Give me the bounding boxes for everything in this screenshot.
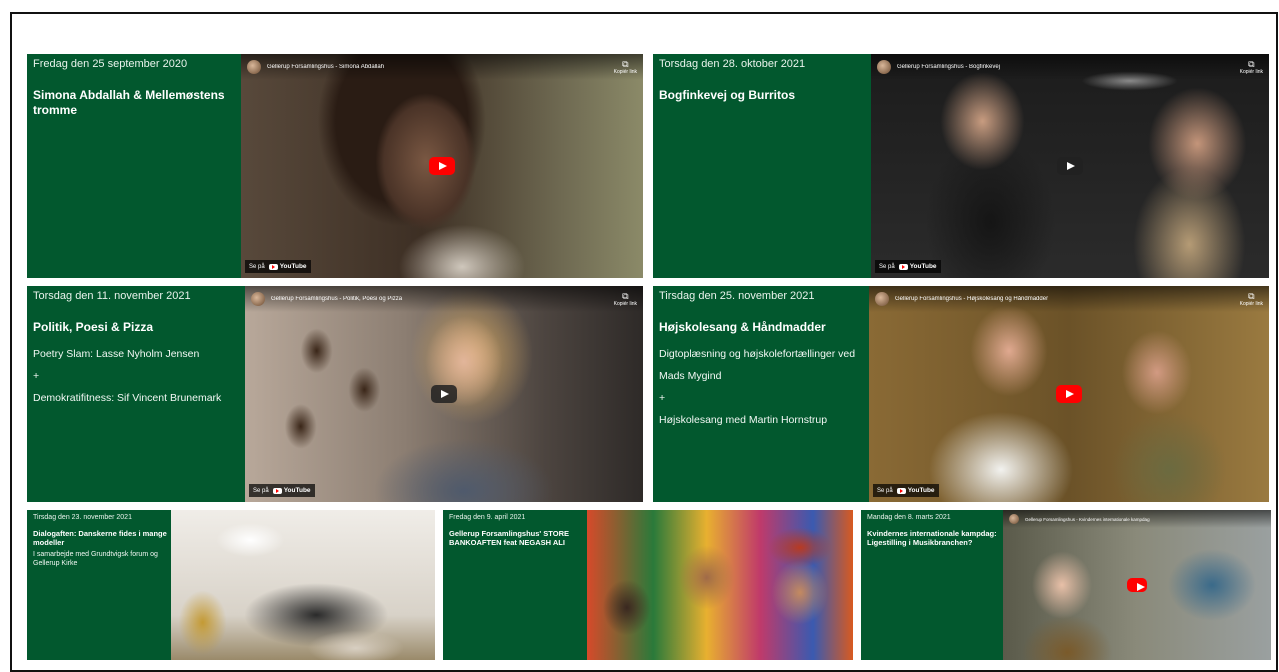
copy-icon: ⧉ bbox=[1248, 58, 1255, 69]
event-card: Fredag den 25 september 2020 Simona Abda… bbox=[27, 54, 643, 278]
video-topbar: Gellerup Forsamlingshus - Simona Abdalla… bbox=[241, 54, 643, 80]
channel-avatar[interactable] bbox=[875, 292, 889, 306]
watch-on-label: Se på bbox=[879, 263, 895, 270]
event-line: Digtoplæsning og højskolefortællinger ve… bbox=[659, 348, 856, 382]
event-date: Fredag den 25 september 2020 bbox=[33, 58, 188, 70]
event-info: Torsdag den 11. november 2021 Politik, P… bbox=[27, 286, 245, 502]
event-title: Højskolesang & Håndmadder bbox=[659, 320, 826, 334]
youtube-logo-icon bbox=[272, 487, 282, 494]
video-title-link[interactable]: Gellerup Forsamlingshus - Kvindernes int… bbox=[1025, 517, 1265, 522]
copy-link-label: Kopiér link bbox=[1239, 68, 1263, 75]
youtube-brand-label: YouTube bbox=[909, 263, 937, 270]
youtube-brand-label: YouTube bbox=[279, 263, 307, 270]
event-date: Mandag den 8. marts 2021 bbox=[867, 514, 951, 521]
event-line: Højskolesang med Martin Hornstrup bbox=[659, 414, 828, 426]
events-grid: Fredag den 25 september 2020 Simona Abda… bbox=[27, 54, 1275, 660]
event-line: I samarbejde med Grundtvigsk forum og Ge… bbox=[33, 551, 158, 567]
event-card: Torsdag den 11. november 2021 Politik, P… bbox=[27, 286, 643, 502]
event-date: Fredag den 9. april 2021 bbox=[449, 514, 526, 521]
event-line: + bbox=[659, 392, 666, 404]
play-button[interactable] bbox=[1057, 157, 1083, 175]
event-description: Digtoplæsning og højskolefortællinger ve… bbox=[659, 343, 865, 431]
event-info: Fredag den 25 september 2020 Simona Abda… bbox=[27, 54, 241, 278]
video-topbar: Gellerup Forsamlingshus - Højskolesang o… bbox=[869, 286, 1269, 312]
video-topbar: Gellerup Forsamlingshus - Politik, Poesi… bbox=[245, 286, 643, 312]
copy-link-button[interactable]: ⧉ Kopiér link bbox=[613, 58, 637, 75]
event-photo[interactable] bbox=[587, 510, 853, 660]
watch-on-label: Se på bbox=[877, 487, 893, 494]
event-line: Poetry Slam: Lasse Nyholm Jensen bbox=[33, 348, 200, 360]
event-card: Tirsdag den 23. november 2021 Dialogafte… bbox=[27, 510, 435, 660]
watch-on-label: Se på bbox=[253, 487, 269, 494]
channel-avatar[interactable] bbox=[1009, 514, 1019, 524]
event-info: Mandag den 8. marts 2021 Kvindernes inte… bbox=[861, 510, 1003, 660]
video-title-link[interactable]: Gellerup Forsamlingshus - Simona Abdalla… bbox=[267, 64, 614, 70]
event-date: Torsdag den 11. november 2021 bbox=[33, 290, 191, 302]
event-card: Tirsdag den 25. november 2021 Højskolesa… bbox=[653, 286, 1269, 502]
event-title: Bogfinkevej og Burritos bbox=[659, 88, 796, 102]
copy-link-button[interactable]: ⧉ Kopiér link bbox=[613, 290, 637, 307]
event-title: Politik, Poesi & Pizza bbox=[33, 320, 154, 334]
channel-avatar[interactable] bbox=[877, 60, 891, 74]
play-button[interactable] bbox=[431, 385, 457, 403]
event-line: Demokratifitness: Sif Vincent Brunemark bbox=[33, 392, 222, 404]
watch-on-label: Se på bbox=[249, 263, 265, 270]
video-title-link[interactable]: Gellerup Forsamlingshus - Bogfinkevej bbox=[897, 64, 1240, 70]
watch-on-youtube[interactable]: Se på YouTube bbox=[873, 484, 939, 497]
copy-link-button[interactable]: ⧉ Kopiér link bbox=[1239, 290, 1263, 307]
event-card: Fredag den 9. april 2021 Gellerup Forsam… bbox=[443, 510, 853, 660]
copy-link-label: Kopiér link bbox=[613, 68, 637, 75]
event-title: Gellerup Forsamlingshus' STORE BANKOAFTE… bbox=[449, 529, 570, 547]
video-embed[interactable]: Gellerup Forsamlingshus - Bogfinkevej ⧉ K… bbox=[871, 54, 1269, 278]
event-photo[interactable] bbox=[171, 510, 435, 660]
youtube-brand-label: YouTube bbox=[907, 487, 935, 494]
video-title-link[interactable]: Gellerup Forsamlingshus - Politik, Poesi… bbox=[271, 296, 614, 302]
event-description: Poetry Slam: Lasse Nyholm Jensen + Demok… bbox=[33, 343, 241, 409]
event-description: I samarbejde med Grundtvigsk forum og Ge… bbox=[33, 550, 167, 568]
event-title: Dialogaften: Danskerne fides i mange mod… bbox=[33, 529, 167, 547]
copy-link-button[interactable]: ⧉ Kopiér link bbox=[1239, 58, 1263, 75]
watch-on-youtube[interactable]: Se på YouTube bbox=[245, 260, 311, 273]
event-date: Tirsdag den 23. november 2021 bbox=[33, 514, 132, 521]
youtube-logo-icon bbox=[896, 487, 906, 494]
copy-icon: ⧉ bbox=[622, 58, 629, 69]
copy-link-label: Kopiér link bbox=[1239, 300, 1263, 307]
youtube-logo-icon bbox=[898, 263, 908, 270]
channel-avatar[interactable] bbox=[247, 60, 261, 74]
event-info: Tirsdag den 23. november 2021 Dialogafte… bbox=[27, 510, 171, 660]
channel-avatar[interactable] bbox=[251, 292, 265, 306]
video-embed[interactable]: Gellerup Forsamlingshus - Politik, Poesi… bbox=[245, 286, 643, 502]
event-info: Fredag den 9. april 2021 Gellerup Forsam… bbox=[443, 510, 587, 660]
youtube-logo-icon bbox=[268, 263, 278, 270]
video-topbar: Gellerup Forsamlingshus - Kvindernes int… bbox=[1003, 510, 1271, 528]
video-title-link[interactable]: Gellerup Forsamlingshus - Højskolesang o… bbox=[895, 296, 1240, 302]
play-button[interactable] bbox=[429, 157, 455, 175]
event-date: Torsdag den 28. oktober 2021 bbox=[659, 58, 806, 70]
watch-on-youtube[interactable]: Se på YouTube bbox=[249, 484, 315, 497]
youtube-brand-label: YouTube bbox=[283, 487, 311, 494]
video-embed[interactable]: Gellerup Forsamlingshus - Højskolesang o… bbox=[869, 286, 1269, 502]
event-title: Simona Abdallah & Mellemøstens tromme bbox=[33, 88, 225, 117]
event-title: Kvindernes internationale kampdag: Liges… bbox=[867, 529, 997, 547]
event-date: Tirsdag den 25. november 2021 bbox=[659, 290, 815, 302]
copy-link-label: Kopiér link bbox=[613, 300, 637, 307]
copy-icon: ⧉ bbox=[622, 290, 629, 301]
event-card: Mandag den 8. marts 2021 Kvindernes inte… bbox=[861, 510, 1271, 660]
copy-icon: ⧉ bbox=[1248, 290, 1255, 301]
play-button[interactable] bbox=[1056, 385, 1082, 403]
event-line: + bbox=[33, 370, 40, 382]
play-button[interactable] bbox=[1127, 578, 1147, 592]
video-embed[interactable]: Gellerup Forsamlingshus - Simona Abdalla… bbox=[241, 54, 643, 278]
event-info: Tirsdag den 25. november 2021 Højskolesa… bbox=[653, 286, 869, 502]
video-embed[interactable]: Gellerup Forsamlingshus - Kvindernes int… bbox=[1003, 510, 1271, 660]
video-topbar: Gellerup Forsamlingshus - Bogfinkevej ⧉ K… bbox=[871, 54, 1269, 80]
event-card: Torsdag den 28. oktober 2021 Bogfinkevej… bbox=[653, 54, 1269, 278]
watch-on-youtube[interactable]: Se på YouTube bbox=[875, 260, 941, 273]
event-info: Torsdag den 28. oktober 2021 Bogfinkevej… bbox=[653, 54, 871, 278]
